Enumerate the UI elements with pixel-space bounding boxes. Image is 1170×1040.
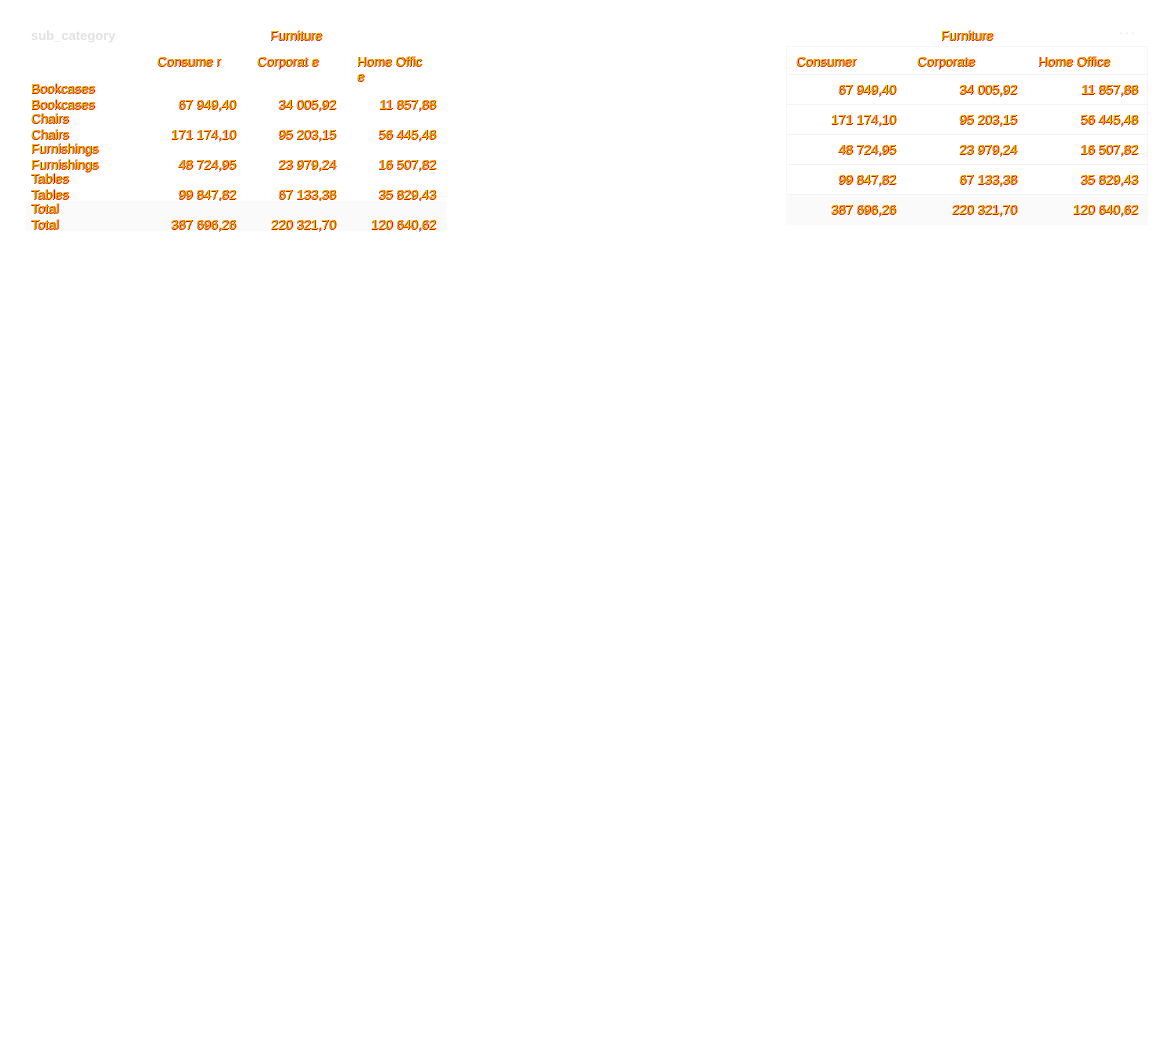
column-header-home-office[interactable]: Home Office xyxy=(357,54,423,84)
total-cell: 220 321,70 xyxy=(270,217,336,232)
total-cell: 387 696,26 xyxy=(830,202,896,217)
table-cell: 67 949,40 xyxy=(178,97,236,112)
table-cell: 67 133,38 xyxy=(959,172,1017,187)
table-cell: 34 005,92 xyxy=(278,97,336,112)
table-cell: 11 857,88 xyxy=(379,97,436,112)
pivot-table-left: sub_category Furniture Consume r Corpora… xyxy=(26,24,446,234)
more-options-icon[interactable]: ··· xyxy=(1119,24,1136,40)
table-row[interactable]: 99 847,82 67 133,38 35 829,43 xyxy=(786,164,1148,195)
table-row[interactable]: 48 724,95 23 979,24 16 507,82 xyxy=(786,134,1148,165)
total-cell: 220 321,70 xyxy=(951,202,1017,217)
total-label: Total xyxy=(31,201,59,216)
column-header-consumer[interactable]: Consumer xyxy=(796,54,856,69)
row-label-repeat: Furnishings xyxy=(31,157,99,172)
column-header-corporate[interactable]: Corporat e xyxy=(257,54,323,69)
table-cell: 99 847,82 xyxy=(838,172,896,187)
table-cell: 48 724,95 xyxy=(178,157,236,172)
table-cell: 67 133,38 xyxy=(278,187,336,202)
table-cell: 16 507,82 xyxy=(378,157,436,172)
table-row[interactable]: Bookcases Bookcases 67 949,40 34 005,92 … xyxy=(26,81,446,112)
row-label: Tables xyxy=(31,171,69,186)
table-cell: 56 445,48 xyxy=(378,127,436,142)
total-cell: 387 696,26 xyxy=(170,217,236,232)
table-cell: 16 507,82 xyxy=(1080,142,1138,157)
table-cell: 56 445,48 xyxy=(1080,112,1138,127)
table-cell: 23 979,24 xyxy=(278,157,336,172)
row-label-repeat: Bookcases xyxy=(31,97,95,112)
total-cell: 120 640,62 xyxy=(1072,202,1138,217)
row-header-key: sub_category xyxy=(31,28,116,43)
table-cell: 171 174,10 xyxy=(170,127,236,142)
total-cell: 120 640,62 xyxy=(370,217,436,232)
table-cell: 35 829,43 xyxy=(1080,172,1138,187)
row-label: Furnishings xyxy=(31,141,99,156)
table-row[interactable]: Chairs Chairs 171 174,10 95 203,15 56 44… xyxy=(26,111,446,142)
row-label-repeat: Chairs xyxy=(31,127,69,142)
table-row[interactable]: 67 949,40 34 005,92 11 857,88 xyxy=(786,74,1148,105)
column-header-consumer[interactable]: Consume r xyxy=(157,54,223,69)
column-group-header[interactable]: Furniture xyxy=(786,28,1148,43)
row-label: Bookcases xyxy=(31,81,95,96)
table-cell: 35 829,43 xyxy=(378,187,436,202)
column-group-header[interactable]: Furniture xyxy=(156,28,436,43)
row-label-repeat: Tables xyxy=(31,187,69,202)
table-cell: 99 847,82 xyxy=(178,187,236,202)
column-header-corporate[interactable]: Corporate xyxy=(917,54,975,69)
total-label-repeat: Total xyxy=(31,217,59,232)
table-row[interactable]: Furnishings Furnishings 48 724,95 23 979… xyxy=(26,141,446,172)
table-cell: 67 949,40 xyxy=(838,82,896,97)
table-row[interactable]: Tables Tables 99 847,82 67 133,38 35 829… xyxy=(26,171,446,202)
total-row[interactable]: Total Total 387 696,26 220 321,70 120 64… xyxy=(26,201,446,232)
table-row[interactable]: 171 174,10 95 203,15 56 445,48 xyxy=(786,104,1148,135)
table-cell: 95 203,15 xyxy=(278,127,336,142)
table-cell: 34 005,92 xyxy=(959,82,1017,97)
column-header-home-office[interactable]: Home Office xyxy=(1038,54,1110,69)
pivot-table-right: Furniture ··· Consumer Corporate Home Of… xyxy=(786,24,1148,225)
table-cell: 95 203,15 xyxy=(959,112,1017,127)
table-cell: 23 979,24 xyxy=(959,142,1017,157)
table-cell: 11 857,88 xyxy=(1081,82,1138,97)
table-cell: 48 724,95 xyxy=(838,142,896,157)
total-row[interactable]: 387 696,26 220 321,70 120 640,62 xyxy=(786,194,1148,225)
table-cell: 171 174,10 xyxy=(830,112,896,127)
row-label: Chairs xyxy=(31,111,69,126)
